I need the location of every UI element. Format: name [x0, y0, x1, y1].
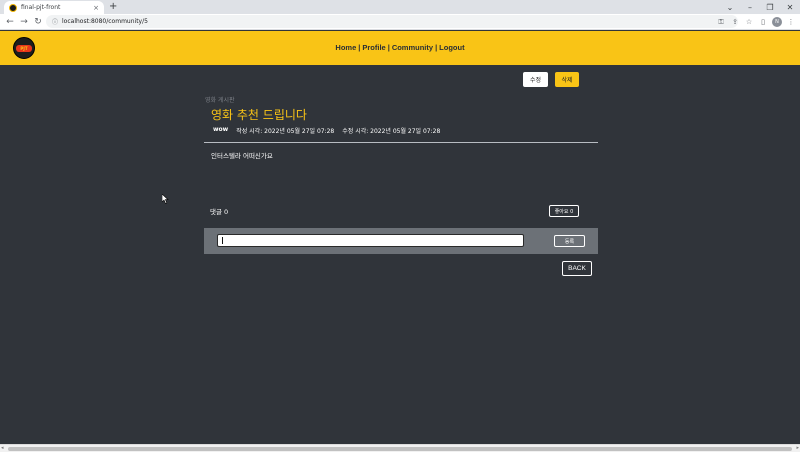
minimize-icon[interactable]: –	[740, 3, 760, 12]
toolbar-actions: ⚿ ⇪ ☆ ▯ N ⋮	[714, 15, 798, 29]
updated-time: 수정 시각: 2022년 05월 27일 07:28	[342, 128, 441, 135]
favicon-icon	[9, 3, 17, 12]
browser-toolbar: ← → ↻ ⓘ localhost:8080/community/5 ⚿ ⇪ ☆…	[0, 14, 800, 30]
profile-avatar[interactable]: N	[772, 17, 782, 27]
browser-tab-bar: final-pjt-front × + ⌄ – ❐ ✕	[0, 0, 800, 14]
site-header: PJT Home | Profile | Community | Logout	[0, 31, 800, 65]
horizontal-scrollbar[interactable]: ◂ ▸	[0, 444, 800, 452]
kebab-menu-icon[interactable]: ⋮	[784, 18, 798, 26]
browser-tab[interactable]: final-pjt-front ×	[4, 1, 104, 14]
text-caret	[222, 237, 223, 244]
tab-title: final-pjt-front	[21, 4, 61, 11]
created-time: 작성 시각: 2022년 05월 27일 07:28	[236, 128, 335, 135]
forward-arrow-icon[interactable]: →	[17, 17, 31, 27]
mouse-cursor-icon	[161, 189, 169, 208]
window-close-icon[interactable]: ✕	[780, 3, 800, 12]
nav-separator: |	[435, 43, 438, 52]
scroll-left-icon[interactable]: ◂	[1, 445, 4, 451]
comment-input[interactable]	[217, 234, 524, 247]
scrollbar-thumb[interactable]	[8, 447, 792, 451]
post-title: 영화 추천 드립니다	[211, 108, 307, 122]
key-icon[interactable]: ⚿	[714, 18, 728, 27]
window-controls: ⌄ – ❐ ✕	[720, 0, 800, 14]
like-button[interactable]: 좋아요 0	[549, 205, 579, 217]
content-divider	[204, 142, 598, 143]
post-author[interactable]: wow	[213, 126, 228, 135]
back-button[interactable]: BACK	[562, 261, 592, 276]
tab-search-icon[interactable]: ⌄	[720, 3, 740, 12]
comment-submit-button[interactable]: 등록	[554, 235, 585, 247]
reload-icon[interactable]: ↻	[31, 17, 45, 27]
nav-logout-link[interactable]: Logout	[439, 43, 464, 52]
post-body: 인터스텔라 어떠신가요	[211, 152, 273, 160]
new-tab-button[interactable]: +	[109, 1, 117, 13]
nav-separator: |	[358, 43, 361, 52]
side-panel-icon[interactable]: ▯	[756, 18, 770, 26]
url-text: localhost:8080/community/5	[62, 18, 148, 25]
post-meta: wow 작성 시각: 2022년 05월 27일 07:28 수정 시각: 20…	[213, 126, 440, 135]
delete-button[interactable]: 삭제	[555, 72, 579, 87]
address-bar[interactable]: ⓘ localhost:8080/community/5	[46, 15, 738, 28]
scroll-right-icon[interactable]: ▸	[796, 445, 799, 451]
maximize-icon[interactable]: ❐	[760, 3, 780, 12]
close-tab-icon[interactable]: ×	[93, 4, 99, 12]
board-label: 영화 게시판	[205, 97, 235, 104]
site-info-icon[interactable]: ⓘ	[52, 17, 58, 26]
nav-profile-link[interactable]: Profile	[362, 43, 385, 52]
comment-count: 댓글 0	[210, 208, 229, 216]
comment-form: 등록	[204, 228, 598, 254]
bookmark-star-icon[interactable]: ☆	[742, 18, 756, 26]
nav-separator: |	[387, 43, 390, 52]
share-icon[interactable]: ⇪	[728, 18, 742, 26]
edit-button[interactable]: 수정	[523, 72, 548, 87]
nav-home-link[interactable]: Home	[335, 43, 356, 52]
nav-community-link[interactable]: Community	[392, 43, 433, 52]
back-arrow-icon[interactable]: ←	[3, 17, 17, 27]
main-nav: Home | Profile | Community | Logout	[0, 43, 800, 52]
